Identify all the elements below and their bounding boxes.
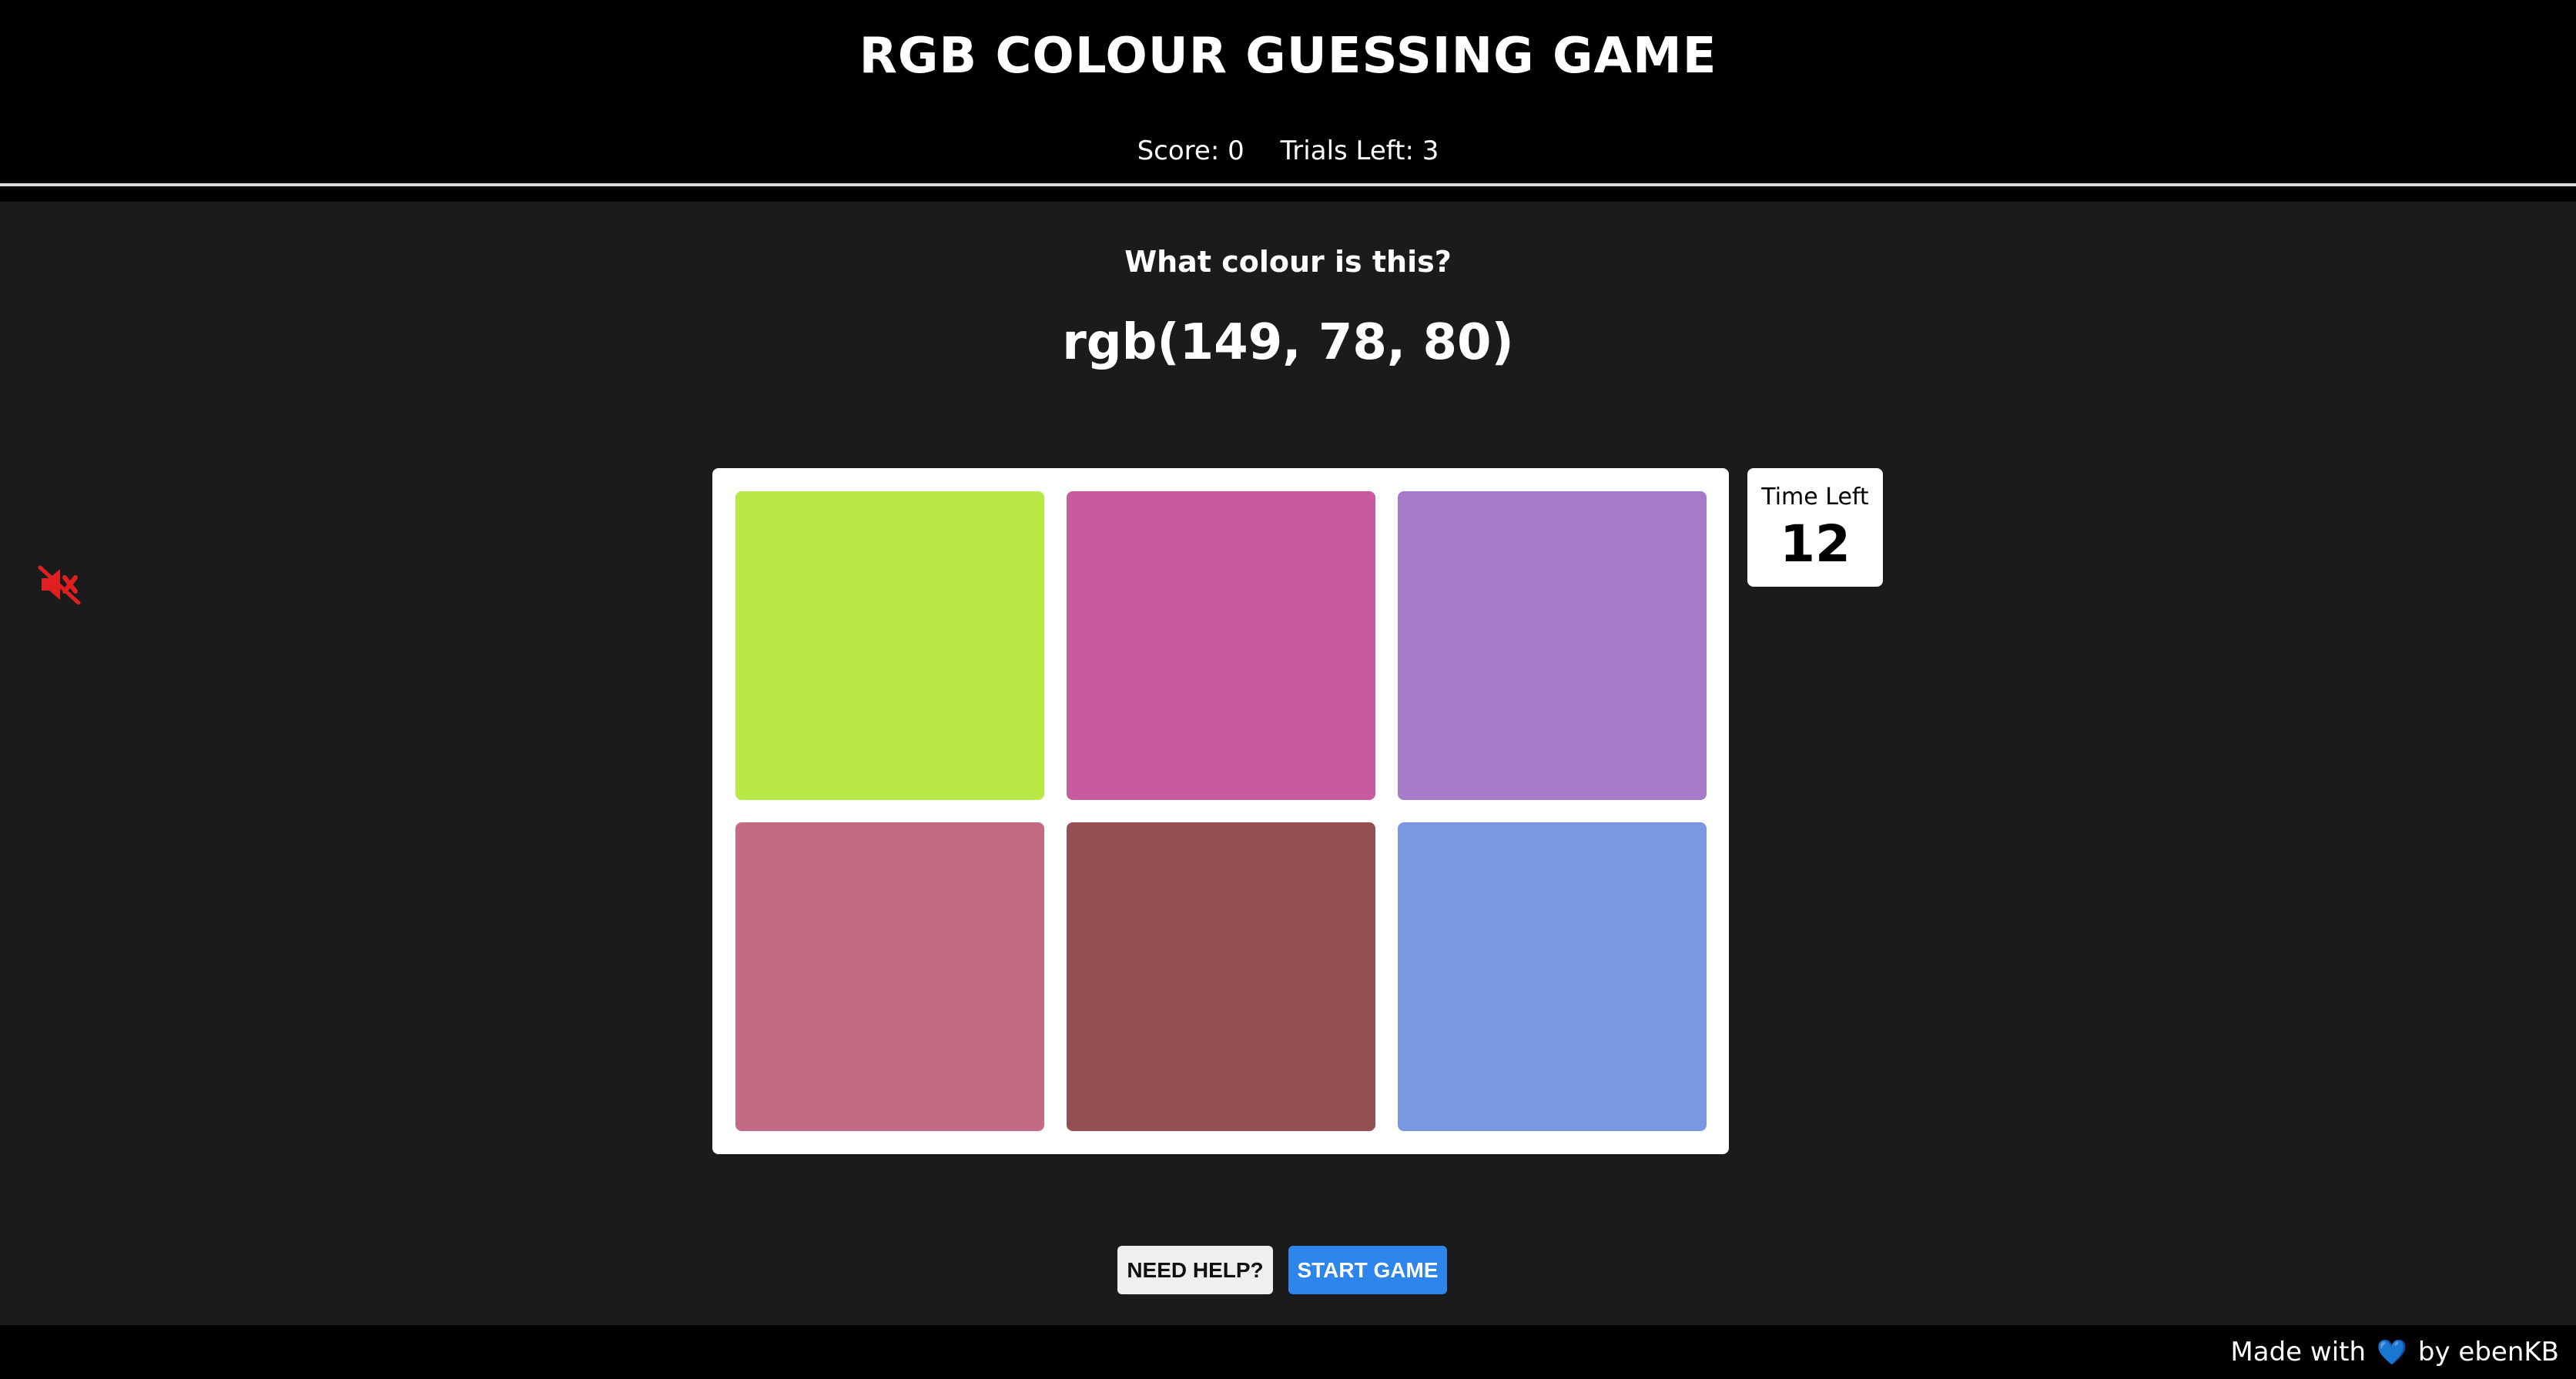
trials-left-label: Trials Left: 3 [1280,136,1439,166]
footer-credit: Made with 💙 by ebenKB [2230,1325,2559,1379]
color-tile-5[interactable] [1067,822,1375,1131]
footer-author: by ebenKB [2417,1337,2559,1367]
color-tile-4[interactable] [735,822,1044,1131]
footer-made-with: Made with [2230,1337,2367,1367]
color-tile-6[interactable] [1398,822,1707,1131]
color-tile-3[interactable] [1398,491,1707,800]
footer: Made with 💙 by ebenKB [0,1325,2576,1379]
heart-icon: 💙 [2377,1337,2407,1367]
header-divider-gap [0,186,2576,202]
color-tile-board [712,468,1729,1154]
page-title: RGB COLOUR GUESSING GAME [859,28,1717,85]
time-left-label: Time Left [1761,484,1869,510]
need-help-button[interactable]: NEED HELP? [1117,1246,1273,1294]
target-rgb-value: rgb(149, 78, 80) [1062,314,1514,371]
score-label: Score: 0 [1137,136,1244,166]
stats-bar: Score: 0 Trials Left: 3 [0,136,2576,166]
muted-speaker-icon[interactable] [37,564,82,605]
color-tile-1[interactable] [735,491,1044,800]
time-left-box: Time Left 12 [1747,468,1883,587]
start-game-button[interactable]: START GAME [1288,1246,1447,1294]
question-text: What colour is this? [1124,245,1452,279]
time-left-value: 12 [1780,514,1851,574]
color-tile-2[interactable] [1067,491,1375,800]
header: RGB COLOUR GUESSING GAME Score: 0 Trials… [0,0,2576,183]
